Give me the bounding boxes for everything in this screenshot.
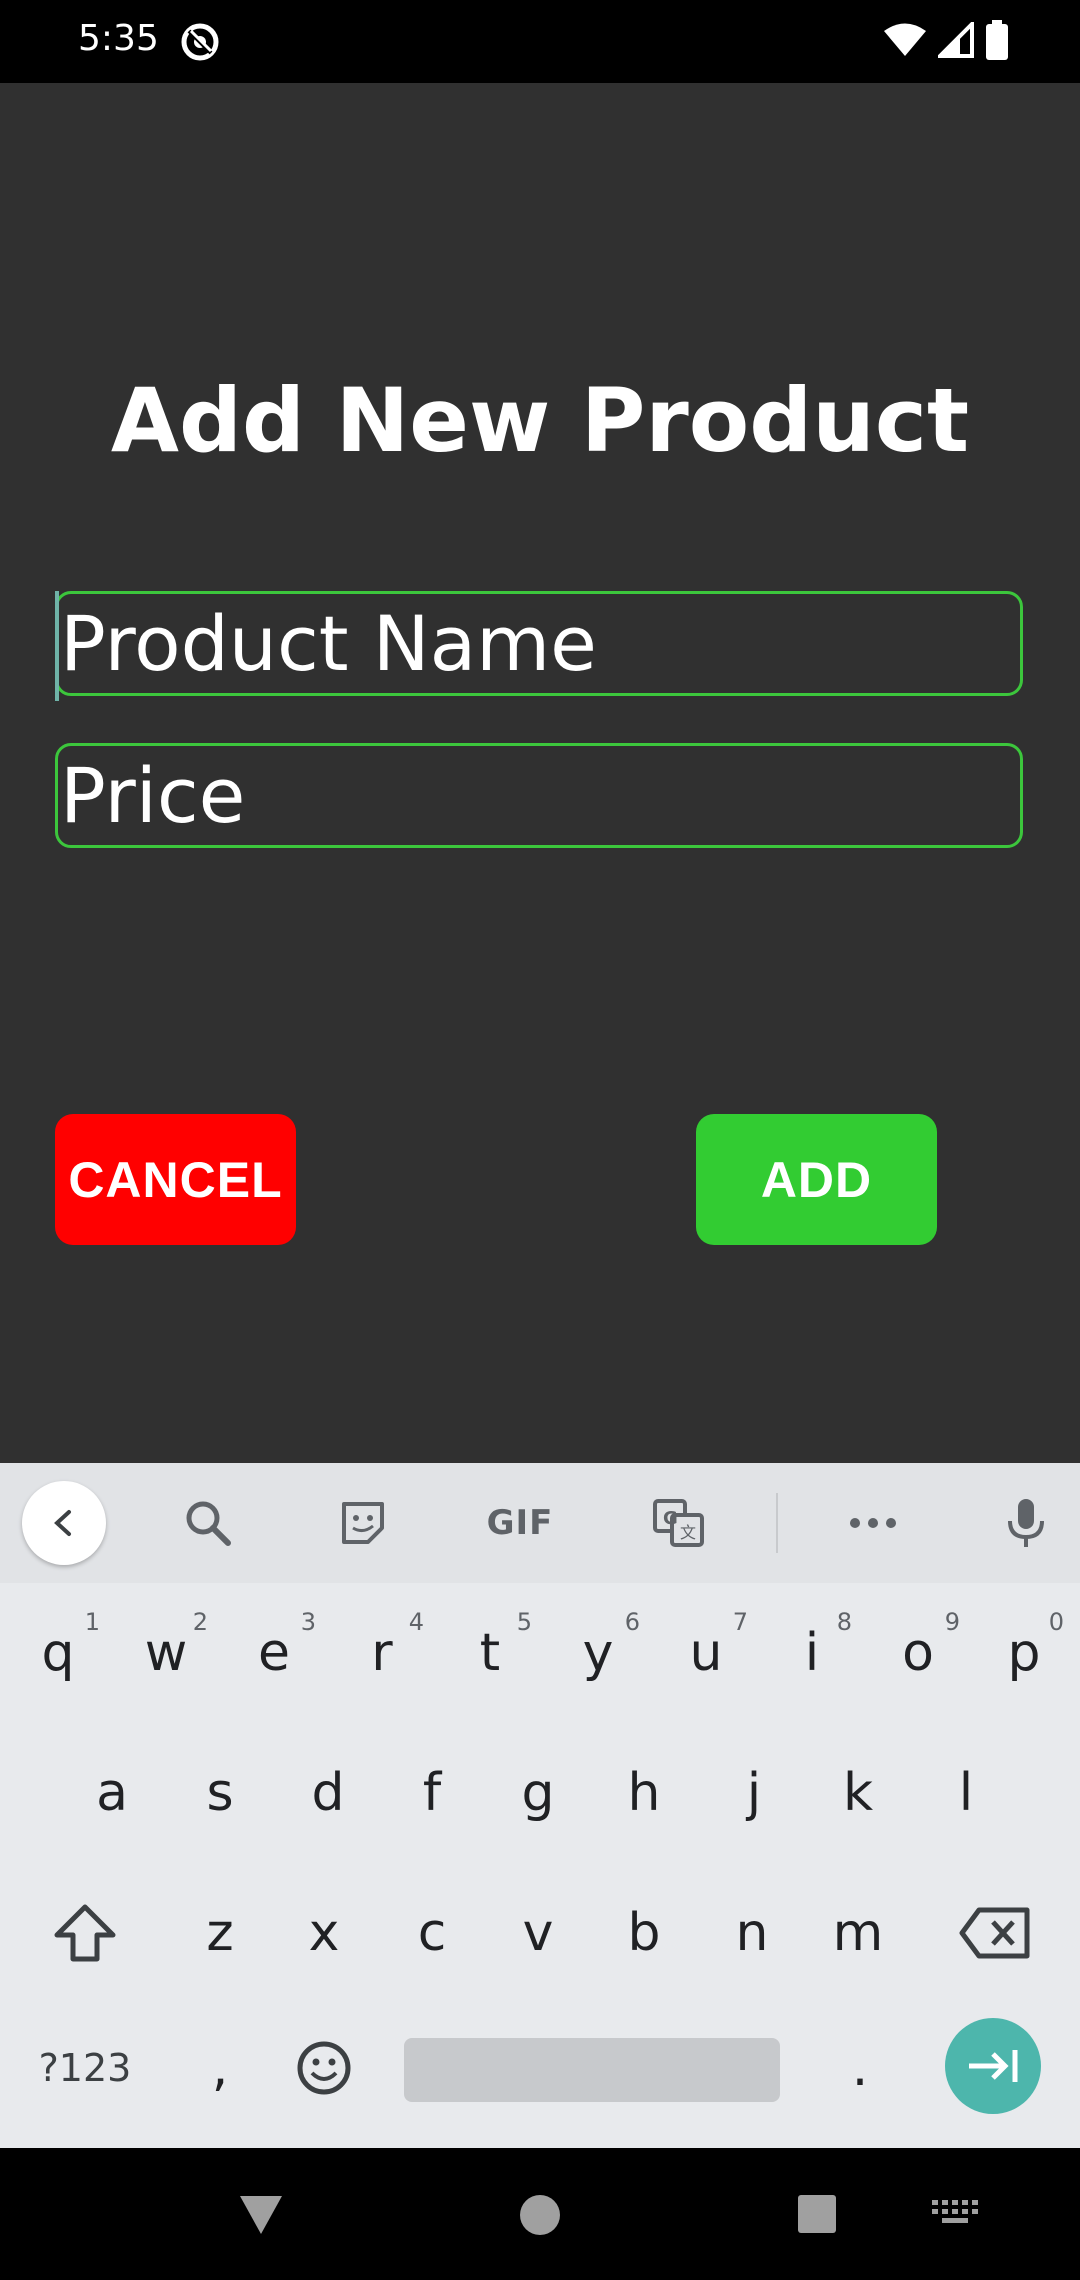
key-label: t xyxy=(479,1623,501,1683)
search-icon[interactable] xyxy=(170,1485,246,1561)
key-hint: 3 xyxy=(300,1608,316,1636)
key-hint: 8 xyxy=(836,1608,852,1636)
recents-square-icon[interactable] xyxy=(796,2192,838,2242)
cellular-signal-icon xyxy=(935,19,974,62)
key-l[interactable]: l xyxy=(912,1728,1020,1858)
key-label: y xyxy=(582,1623,614,1683)
key-f[interactable]: f xyxy=(378,1728,486,1858)
key-u[interactable]: u7 xyxy=(652,1588,760,1718)
emoji-icon xyxy=(297,2041,351,2095)
do-not-disturb-icon xyxy=(180,22,220,62)
toolbar-divider xyxy=(776,1493,778,1553)
key-label: o xyxy=(902,1623,934,1683)
key-w[interactable]: w2 xyxy=(112,1588,220,1718)
text-cursor xyxy=(55,591,59,701)
home-circle-icon[interactable] xyxy=(518,2192,562,2242)
key-j[interactable]: j xyxy=(700,1728,808,1858)
add-button[interactable]: ADD xyxy=(696,1114,937,1245)
keyboard-toolbar: GIF G文 xyxy=(0,1463,1080,1583)
key-p[interactable]: p0 xyxy=(972,1588,1076,1718)
soft-keyboard: GIF G文 q1 w2 e3 r4 t5 y6 u7 i8 o9 p0 a s… xyxy=(0,1463,1080,2148)
translate-icon[interactable]: G文 xyxy=(641,1485,717,1561)
key-y[interactable]: y6 xyxy=(544,1588,652,1718)
backspace-icon xyxy=(959,1907,1030,1959)
key-label: u xyxy=(689,1623,723,1683)
gif-label: GIF xyxy=(486,1503,554,1543)
back-chevron-icon[interactable] xyxy=(22,1481,106,1565)
status-time: 5:35 xyxy=(78,18,159,59)
key-s[interactable]: s xyxy=(166,1728,274,1858)
shift-icon xyxy=(54,1904,116,1962)
key-a[interactable]: a xyxy=(58,1728,166,1858)
key-o[interactable]: o9 xyxy=(864,1588,972,1718)
price-field[interactable] xyxy=(55,743,1023,848)
price-input[interactable] xyxy=(58,746,1020,845)
key-b[interactable]: b xyxy=(590,1868,698,1998)
key-q[interactable]: q1 xyxy=(4,1588,112,1718)
key-z[interactable]: z xyxy=(166,1868,274,1998)
svg-text:文: 文 xyxy=(680,1523,696,1542)
product-name-field[interactable] xyxy=(55,591,1023,696)
navigation-bar xyxy=(0,2148,1080,2280)
key-k[interactable]: k xyxy=(804,1728,912,1858)
page-title: Add New Product xyxy=(110,369,970,472)
key-label: w xyxy=(144,1623,188,1683)
period-key[interactable]: . xyxy=(806,2008,914,2128)
key-row-3: z x c v b n m xyxy=(0,1868,1080,2006)
key-e[interactable]: e3 xyxy=(220,1588,328,1718)
key-row-4: ?123 , . xyxy=(0,2008,1080,2146)
key-hint: 2 xyxy=(192,1608,208,1636)
backspace-key[interactable] xyxy=(930,1868,1060,1998)
key-r[interactable]: r4 xyxy=(328,1588,436,1718)
sticker-icon[interactable] xyxy=(325,1485,401,1561)
key-label: i xyxy=(804,1623,820,1683)
key-row-1: q1 w2 e3 r4 t5 y6 u7 i8 o9 p0 xyxy=(0,1588,1080,1726)
key-c[interactable]: c xyxy=(378,1868,486,1998)
key-hint: 0 xyxy=(1048,1608,1064,1636)
tab-next-icon xyxy=(969,2050,1018,2082)
back-triangle-icon[interactable] xyxy=(238,2192,284,2242)
status-bar: 5:35 xyxy=(0,0,1080,83)
key-hint: 1 xyxy=(84,1608,100,1636)
shift-key[interactable] xyxy=(20,1868,150,1998)
key-hint: 9 xyxy=(944,1608,960,1636)
key-m[interactable]: m xyxy=(804,1868,912,1998)
key-label: r xyxy=(371,1623,393,1683)
key-i[interactable]: i8 xyxy=(760,1588,864,1718)
key-hint: 5 xyxy=(516,1608,532,1636)
svg-text:G: G xyxy=(663,1508,678,1529)
microphone-icon[interactable] xyxy=(988,1485,1064,1561)
key-hint: 6 xyxy=(624,1608,640,1636)
gif-icon[interactable]: GIF xyxy=(478,1485,562,1561)
emoji-key[interactable] xyxy=(270,2008,378,2128)
key-g[interactable]: g xyxy=(484,1728,592,1858)
comma-key[interactable]: , xyxy=(166,2008,274,2128)
space-bar[interactable] xyxy=(404,2038,780,2102)
battery-icon xyxy=(986,20,1008,64)
product-name-input[interactable] xyxy=(58,594,1020,693)
key-x[interactable]: x xyxy=(270,1868,378,1998)
key-hint: 4 xyxy=(408,1608,424,1636)
key-label: q xyxy=(41,1623,75,1683)
key-hint: 7 xyxy=(732,1608,748,1636)
more-icon[interactable] xyxy=(835,1485,911,1561)
cancel-button[interactable]: CANCEL xyxy=(55,1114,296,1245)
key-v[interactable]: v xyxy=(484,1868,592,1998)
key-label: p xyxy=(1007,1623,1041,1683)
key-h[interactable]: h xyxy=(590,1728,698,1858)
key-row-2: a s d f g h j k l xyxy=(0,1728,1080,1866)
wifi-icon xyxy=(884,22,926,62)
key-label: e xyxy=(258,1623,290,1683)
key-n[interactable]: n xyxy=(698,1868,806,1998)
key-t[interactable]: t5 xyxy=(436,1588,544,1718)
add-product-screen: Add New Product CANCEL ADD xyxy=(0,83,1080,1463)
next-field-key[interactable] xyxy=(945,2018,1041,2114)
symbols-key[interactable]: ?123 xyxy=(10,2008,160,2128)
key-d[interactable]: d xyxy=(274,1728,382,1858)
keyboard-switch-icon[interactable] xyxy=(932,2200,980,2234)
